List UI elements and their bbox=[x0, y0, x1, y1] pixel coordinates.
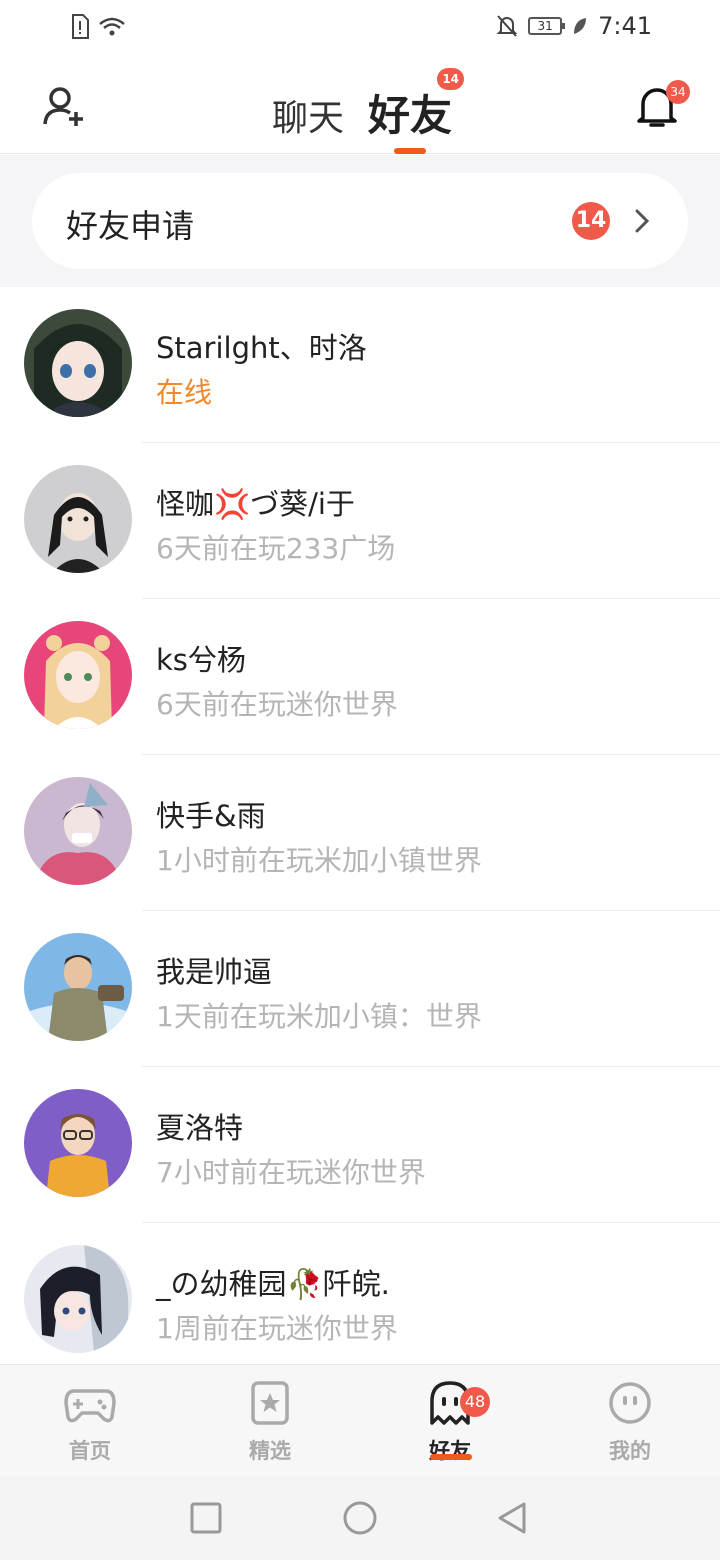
friend-request-button[interactable]: 好友申请 14 bbox=[32, 173, 688, 269]
gamepad-icon bbox=[64, 1389, 116, 1423]
avatar bbox=[24, 465, 132, 573]
top-tabs: 聊天 好友 14 bbox=[272, 68, 465, 143]
active-nav-indicator bbox=[430, 1454, 472, 1460]
back-triangle-icon[interactable] bbox=[494, 1500, 530, 1536]
tab-friends[interactable]: 好友 14 bbox=[368, 68, 465, 143]
friend-name: _の幼稚园🥀阡皖. bbox=[156, 1267, 390, 1301]
sim-alert-icon bbox=[72, 14, 89, 39]
mute-bell-icon bbox=[496, 15, 518, 37]
wifi-icon bbox=[99, 17, 125, 36]
add-friend-icon[interactable] bbox=[40, 82, 88, 130]
battery-level: 31 bbox=[537, 19, 553, 33]
home-circle-icon[interactable] bbox=[342, 1500, 378, 1536]
friend-row[interactable]: ks兮杨 6天前在玩迷你世界 bbox=[0, 599, 720, 755]
nav-me[interactable]: 我的 bbox=[570, 1381, 690, 1465]
friend-name: ks兮杨 bbox=[156, 643, 246, 677]
nav-label: 好友 bbox=[429, 1439, 471, 1463]
nav-label: 精选 bbox=[249, 1439, 291, 1463]
header: 聊天 好友 14 bbox=[0, 56, 720, 154]
active-tab-indicator bbox=[394, 148, 426, 154]
nav-friends[interactable]: 好友 48 bbox=[390, 1381, 510, 1465]
nav-featured[interactable]: 精选 bbox=[210, 1381, 330, 1465]
friend-row[interactable]: 怪咖💢づ葵/i于 6天前在玩233广场 bbox=[0, 443, 720, 599]
nav-home[interactable]: 首页 bbox=[30, 1381, 150, 1465]
tab-friends-label: 好友 bbox=[368, 91, 453, 140]
friend-row[interactable]: 我是帅逼 1天前在玩米加小镇：世界 bbox=[0, 911, 720, 1067]
avatar bbox=[24, 621, 132, 729]
friends-screen: 31 7:41 聊天 好友 14 34 好友申请 14 Starilght、时洛… bbox=[0, 0, 720, 1560]
bottom-nav: 首页 精选 好友 48 我的 bbox=[0, 1364, 720, 1476]
friend-status: 7小时前在玩迷你世界 bbox=[156, 1156, 426, 1189]
nav-label: 我的 bbox=[609, 1439, 651, 1463]
battery-icon: 31 bbox=[528, 17, 566, 35]
avatar bbox=[24, 1089, 132, 1197]
clock: 7:41 bbox=[598, 12, 652, 40]
friend-status: 6天前在玩迷你世界 bbox=[156, 688, 398, 721]
friend-status: 1小时前在玩米加小镇世界 bbox=[156, 844, 482, 877]
star-card-icon bbox=[251, 1381, 289, 1425]
friend-row[interactable]: 夏洛特 7小时前在玩迷你世界 bbox=[0, 1067, 720, 1223]
face-icon bbox=[609, 1382, 651, 1424]
friend-name: 怪咖💢づ葵/i于 bbox=[156, 487, 355, 521]
status-bar: 31 7:41 bbox=[0, 0, 720, 56]
avatar bbox=[24, 777, 132, 885]
leaf-icon bbox=[574, 18, 587, 34]
friend-row[interactable]: _の幼稚园🥀阡皖. 1周前在玩迷你世界 bbox=[0, 1223, 720, 1379]
recents-square-icon[interactable] bbox=[188, 1500, 224, 1536]
friend-status: 1天前在玩米加小镇：世界 bbox=[156, 1000, 482, 1033]
friends-list: Starilght、时洛 在线 怪咖💢づ葵/i于 6天前在玩233广场 ks兮杨… bbox=[0, 287, 720, 1379]
friend-status: 在线 bbox=[156, 376, 213, 409]
friend-row[interactable]: Starilght、时洛 在线 bbox=[0, 287, 720, 443]
friend-request-label: 好友申请 bbox=[66, 207, 195, 245]
avatar bbox=[24, 1245, 132, 1353]
friend-status: 6天前在玩233广场 bbox=[156, 532, 396, 565]
friend-name: Starilght、时洛 bbox=[156, 331, 367, 365]
tab-friends-badge: 14 bbox=[437, 68, 465, 90]
nav-label: 首页 bbox=[69, 1439, 111, 1463]
friend-request-badge: 14 bbox=[572, 202, 610, 240]
friend-name: 我是帅逼 bbox=[156, 955, 273, 989]
friend-row[interactable]: 快手&雨 1小时前在玩米加小镇世界 bbox=[0, 755, 720, 911]
friend-request-section: 好友申请 14 bbox=[0, 155, 720, 287]
avatar bbox=[24, 309, 132, 417]
notification-badge: 34 bbox=[666, 80, 690, 104]
nav-friends-badge: 48 bbox=[460, 1387, 490, 1417]
friend-status: 1周前在玩迷你世界 bbox=[156, 1312, 398, 1345]
tab-chat[interactable]: 聊天 bbox=[272, 89, 344, 141]
friend-name: 快手&雨 bbox=[156, 799, 266, 833]
chevron-right-icon bbox=[635, 209, 650, 233]
friend-name: 夏洛特 bbox=[156, 1111, 244, 1145]
avatar bbox=[24, 933, 132, 1041]
system-nav-bar bbox=[0, 1476, 720, 1560]
